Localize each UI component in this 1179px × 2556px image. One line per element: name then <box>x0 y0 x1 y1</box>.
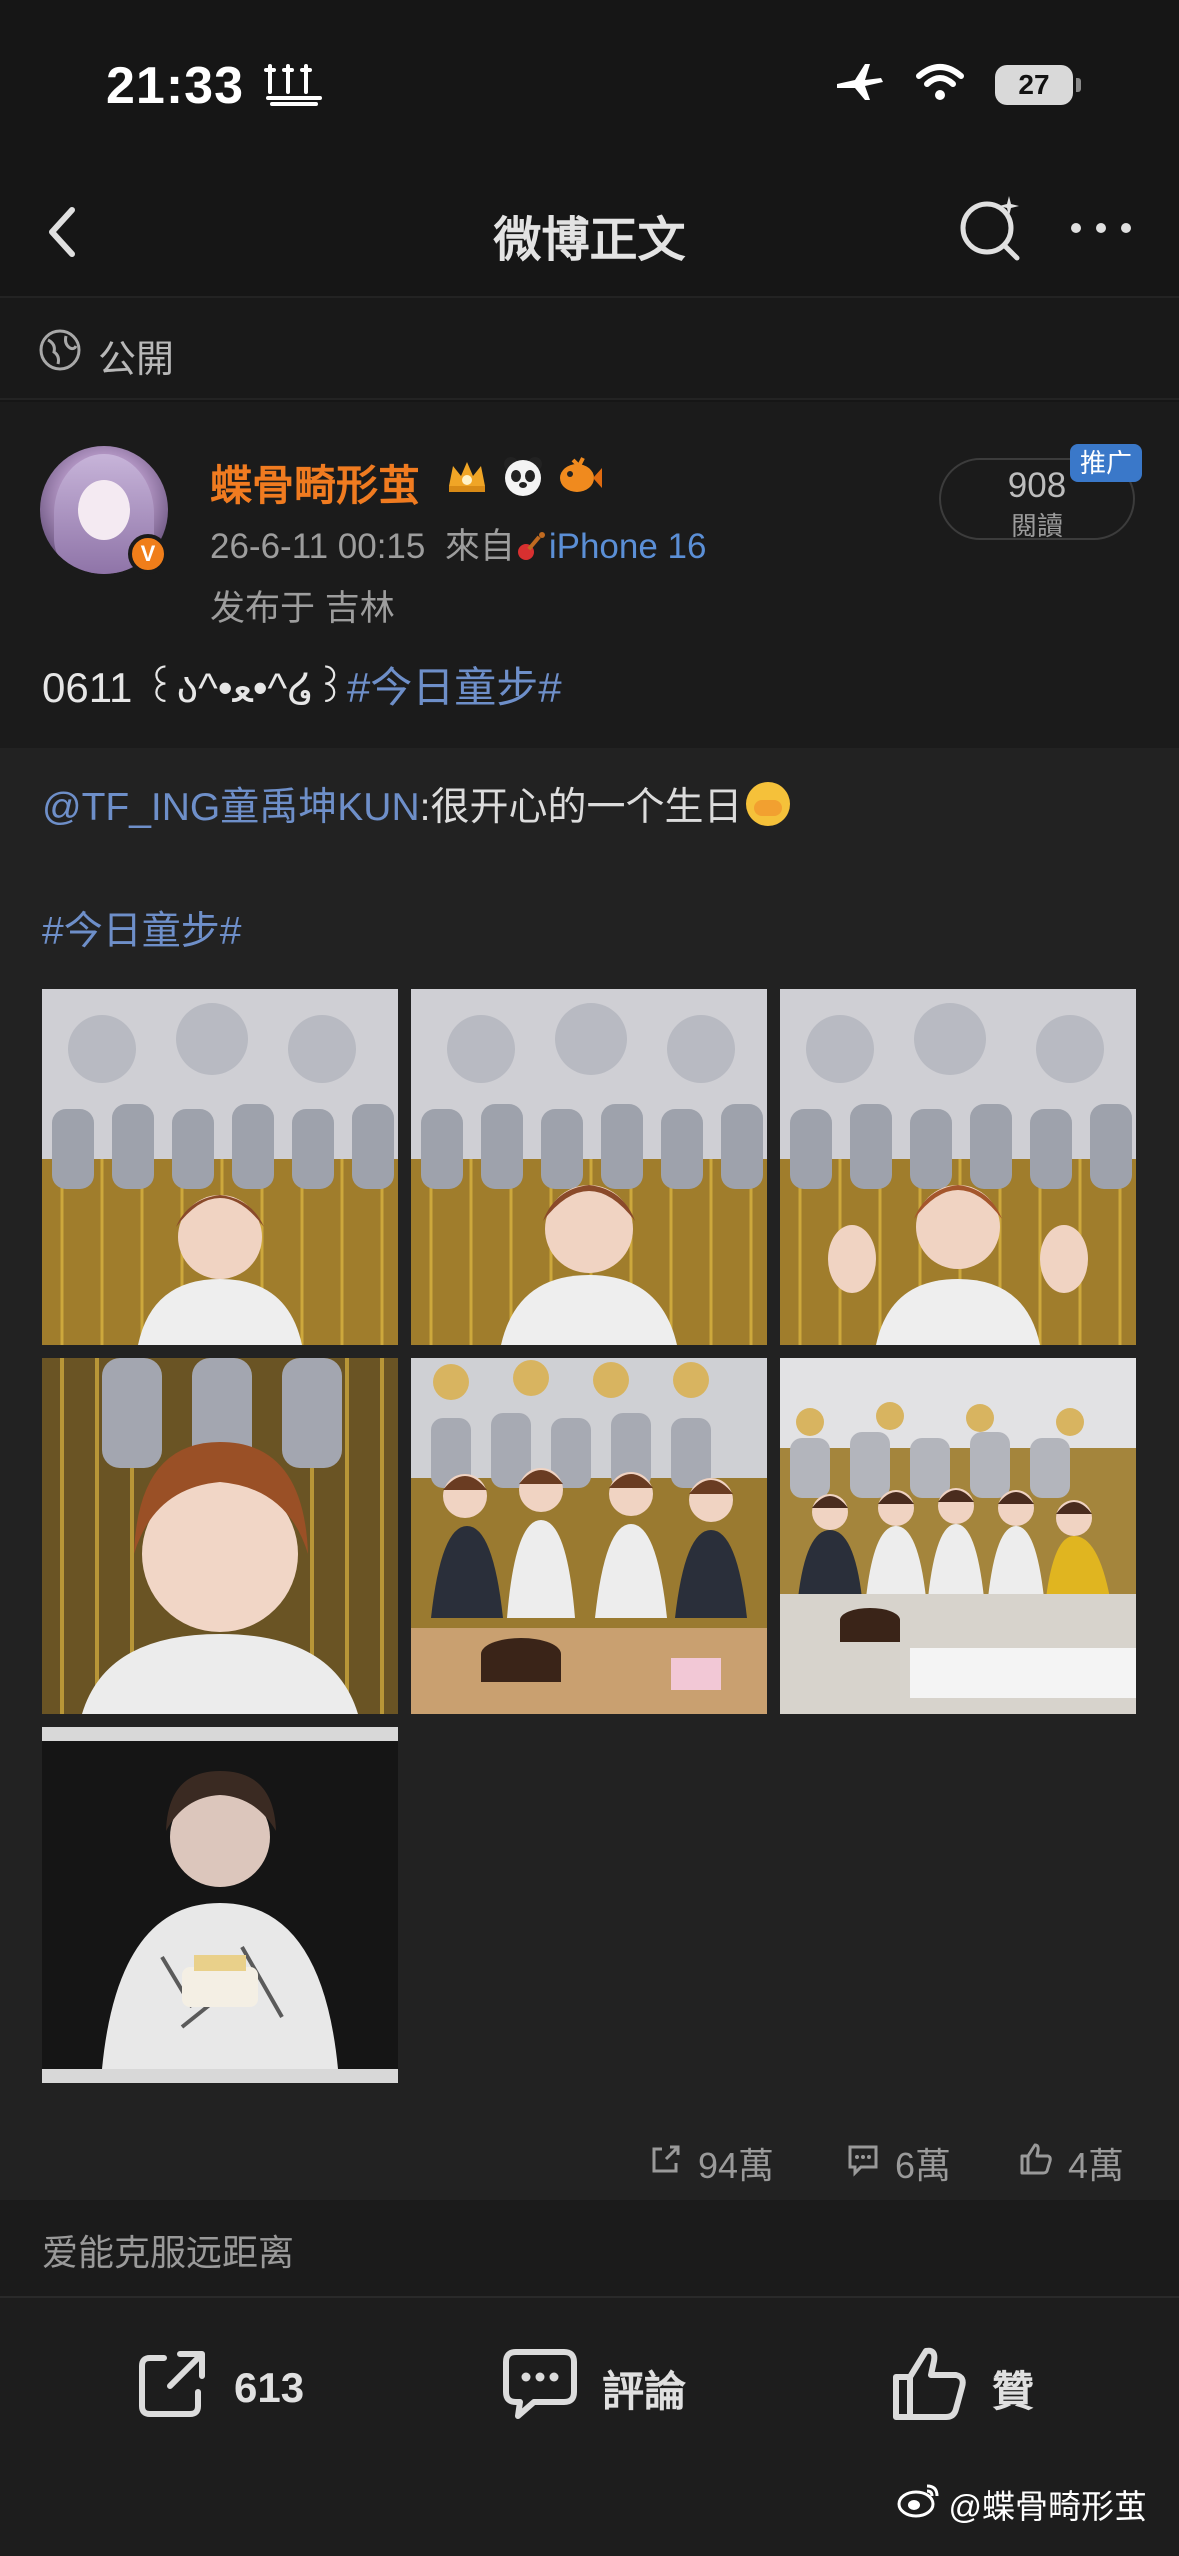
share-icon <box>648 2141 684 2186</box>
verified-badge: V <box>128 534 168 574</box>
repost-text: @TF_ING童禹坤KUN:很开心的一个生日 <box>42 776 791 832</box>
post-meta: 26-6-11 00:15 來自 iPhone 16 <box>210 518 706 569</box>
repost-mention[interactable]: @TF_ING童禹坤KUN <box>42 786 420 829</box>
like-stat[interactable]: 4萬 <box>1018 2138 1124 2188</box>
comment-icon <box>845 2141 881 2186</box>
status-bar: 21:33 27 <box>0 0 1179 170</box>
photo-thumbnail[interactable] <box>411 989 767 1345</box>
privacy-bar: 公開 <box>0 296 1179 400</box>
watermark: @蝶骨畸形茧 <box>897 2480 1148 2528</box>
repost-button[interactable]: 613 <box>134 2346 304 2430</box>
peeking-face-emoji <box>746 782 791 826</box>
post-card: V 蝶骨畸形茧 26-6-11 00:15 來自 iPhone 16 发布于 吉林… <box>0 402 1179 748</box>
more-icon[interactable] <box>1066 208 1136 248</box>
read-label: 閱讀 <box>1010 511 1063 541</box>
user-badges <box>443 452 603 500</box>
comment-label: 評論 <box>602 2367 687 2415</box>
share-stat[interactable]: 94萬 <box>648 2138 774 2188</box>
repost-icon <box>134 2344 212 2432</box>
related-topic-label: 爱能克服远距离 <box>42 2232 295 2273</box>
comment-button[interactable]: 評論 <box>500 2346 686 2430</box>
source-prefix: 來自 <box>444 527 515 566</box>
crown-badge-icon[interactable] <box>443 452 491 500</box>
promo-tag[interactable]: 推广 <box>1070 444 1143 482</box>
status-time: 21:33 <box>106 57 244 115</box>
like-thumbs-up-icon <box>890 2343 970 2433</box>
privacy-label: 公開 <box>98 339 175 381</box>
source-device-link[interactable]: iPhone 16 <box>549 527 707 566</box>
panda-badge-icon[interactable] <box>499 452 547 500</box>
repost-body: :很开心的一个生日 <box>419 786 743 829</box>
post-location: 发布于 吉林 <box>210 589 395 628</box>
post-hashtag[interactable]: #今日童步# <box>347 664 562 711</box>
comment-count: 6萬 <box>895 2145 952 2186</box>
like-count: 4萬 <box>1068 2145 1125 2186</box>
repost-card[interactable]: @TF_ING童禹坤KUN:很开心的一个生日 #今日童步# 94萬 6萬 4萬 <box>0 748 1179 2200</box>
avatar-face <box>78 480 130 540</box>
post-text-body: 0611 ꒰ა^•ﻌ•^໒꒱ <box>42 664 347 711</box>
comment-bubble-icon <box>500 2344 580 2432</box>
search-icon[interactable] <box>955 192 1027 264</box>
photo-thumbnail[interactable] <box>780 989 1136 1345</box>
repost-count: 613 <box>234 2364 305 2411</box>
post-timestamp: 26-6-11 00:15 <box>210 527 426 566</box>
photo-thumbnail[interactable] <box>42 989 398 1345</box>
status-decoration-icon <box>262 62 326 113</box>
thumbs-up-icon <box>1018 2141 1054 2186</box>
fish-badge-icon[interactable] <box>555 452 603 500</box>
repost-hashtag[interactable]: #今日童步# <box>42 900 241 956</box>
action-bar: 613 評論 贊 @蝶骨畸形茧 <box>0 2296 1179 2556</box>
wifi-icon <box>915 62 965 107</box>
photo-thumbnail[interactable] <box>42 1358 398 1714</box>
battery-indicator: 27 <box>995 64 1081 105</box>
guitar-icon <box>515 527 549 566</box>
nav-bar: 微博正文 <box>0 170 1179 294</box>
share-count: 94萬 <box>698 2145 775 2186</box>
airplane-icon <box>835 62 885 107</box>
globe-icon <box>38 328 82 377</box>
photo-thumbnail[interactable] <box>411 1358 767 1714</box>
comment-stat[interactable]: 6萬 <box>845 2138 951 2188</box>
photo-thumbnail[interactable] <box>780 1358 1136 1714</box>
watermark-text: @蝶骨畸形茧 <box>948 2488 1148 2525</box>
like-label: 贊 <box>992 2367 1035 2415</box>
like-button[interactable]: 贊 <box>890 2346 1034 2430</box>
post-text: 0611 ꒰ა^•ﻌ•^໒꒱#今日童步# <box>42 654 562 715</box>
username[interactable]: 蝶骨畸形茧 <box>210 452 420 513</box>
photo-thumbnail[interactable] <box>42 1727 398 2083</box>
weibo-logo-icon <box>897 2482 941 2526</box>
related-topic-bar[interactable]: 爱能克服远距离 <box>0 2200 1179 2296</box>
